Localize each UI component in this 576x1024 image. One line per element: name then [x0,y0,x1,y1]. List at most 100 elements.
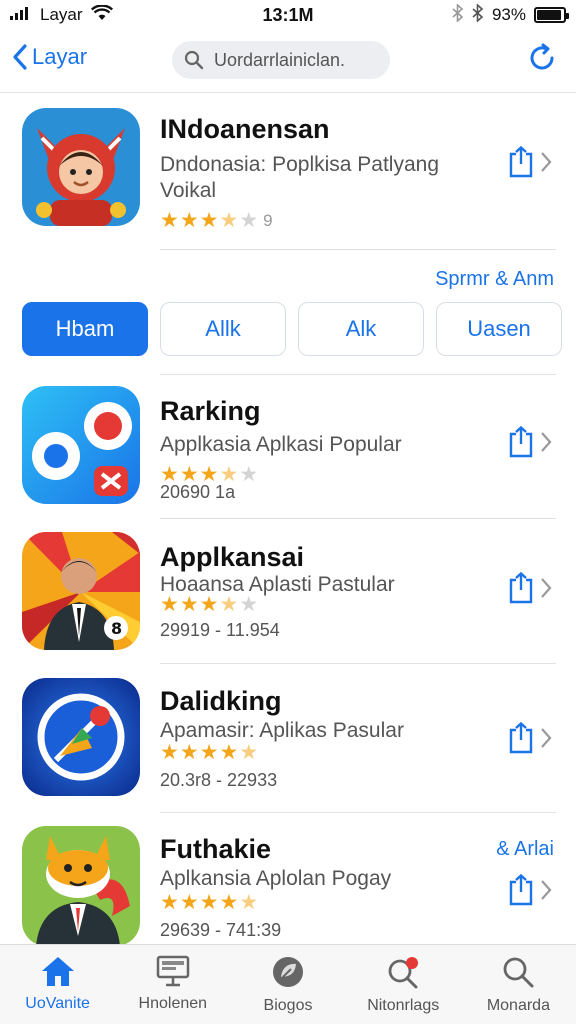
list-item[interactable]: Futhakie Aplkansia Aplolan Pogay ★ ★ ★ ★ ★ 2… [0,826,576,946]
app-icon: 8 [22,532,140,650]
tabbar-item-1[interactable]: Hnolenen [115,945,230,1024]
list-item[interactable]: 8 Applkansai Hoaansa Aplasti Pastular ★ ★… [0,532,576,672]
star-icon: ★ [160,209,179,232]
download-button[interactable] [508,146,552,178]
back-button[interactable]: Layar [12,44,87,70]
share-download-icon [509,722,533,754]
star-rating: ★ ★ ★ ★ ★ [160,592,258,617]
app-subtitle: Aplkansia Aplolan Pogay [160,867,392,890]
featured-app-title: INdoanensan [160,114,330,144]
bluetooth-icon [452,2,464,27]
back-label: Layar [32,44,88,69]
app-title: Rarking [160,396,261,426]
app-title: Applkansai [160,542,305,572]
download-button[interactable] [508,722,552,754]
star-icon: ★ [199,209,219,232]
share-download-icon [509,572,533,604]
star-icon: ★ [199,593,219,616]
star-icon: ★ [239,593,259,616]
share-download-icon [509,874,533,906]
chevron-right-icon [541,728,552,748]
bottom-tab-bar: UoVanite Hnolenen Biogos Nitonrlags Mona… [0,944,576,1024]
category-tabs: Hbam Allk Alk Uasen [22,302,562,356]
row-divider [160,663,556,664]
status-bar: Layar 13:1M 93% [0,0,576,30]
tab-1[interactable]: Allk [160,302,286,356]
rating-count: 9 [263,210,273,230]
app-meta: 20.3r8 - 22933 [160,770,278,790]
search-icon [184,50,204,70]
list-item[interactable]: Rarking Applkasia Aplkasi Popular ★ ★ ★ ★ ★ … [0,386,576,526]
star-icon: ★ [199,891,219,914]
star-icon: ★ [239,891,259,914]
app-meta: 29919 - 11.954 [160,620,280,640]
app-title: Futhakie [160,834,272,864]
chevron-right-icon [541,578,552,598]
star-icon: ★ [199,741,219,764]
tabbar-item-2[interactable]: Biogos [230,945,345,1024]
nav-bar: Layar [0,38,576,84]
list-item[interactable]: Dalidking Apamasir: Aplikas Pasular ★ ★ ★ ★… [0,678,576,818]
chevron-right-icon [541,880,552,900]
star-icon: ★ [160,593,179,616]
star-icon: ★ [219,891,239,914]
see-all-link[interactable]: Sprmr & Anm [435,268,554,291]
tabbar-label: UoVanite [25,995,90,1012]
chevron-right-icon [541,432,552,452]
app-tag-link[interactable]: & Arlai [496,838,554,861]
star-icon: ★ [179,741,199,764]
star-icon: ★ [239,463,259,486]
download-button[interactable] [508,426,552,458]
share-download-icon [509,146,533,178]
chevron-right-icon [541,152,552,172]
app-meta: 29639 - 741:39 [160,920,282,940]
star-icon: ★ [179,209,199,232]
featured-app-subtitle: Dndonasia: Poplkisa Patlyang [160,153,440,176]
row-divider [160,812,556,813]
star-rating: ★ ★ ★ ★ ★ [160,890,258,915]
download-button[interactable] [508,572,552,604]
app-icon [22,678,140,796]
search-bar[interactable] [172,41,390,79]
app-icon [22,826,140,946]
app-subtitle: Applkasia Aplkasi Popular [160,433,402,456]
tabbar-label: Biogos [263,997,313,1014]
nav-divider [0,92,576,93]
tab-0[interactable]: Hbam [22,302,148,356]
tab-2[interactable]: Alk [298,302,424,356]
star-icon: ★ [219,741,239,764]
search-input[interactable] [214,49,374,71]
tabbar-label: Hnolenen [138,995,208,1012]
app-title: Dalidking [160,686,282,716]
refresh-button[interactable] [526,42,558,79]
star-icon: ★ [219,209,239,232]
signal-icon [10,5,32,25]
app-icon [22,386,140,504]
star-icon: ★ [219,593,239,616]
battery-icon [534,7,569,23]
refresh-icon [530,43,554,70]
star-icon: ★ [160,741,179,764]
tabbar-item-4[interactable]: Monarda [461,945,576,1024]
tabbar-item-3[interactable]: Nitonrlags [346,945,461,1024]
tabbar-item-0[interactable]: UoVanite [0,945,115,1024]
featured-app-subtitle-2: Voikal [160,179,217,202]
leaf-icon [273,957,303,987]
svg-text:8: 8 [111,619,122,638]
featured-app[interactable]: INdoanensan Dndonasia: Poplkisa Patlyang… [0,106,576,256]
chevron-left-icon [13,44,27,70]
tab-3[interactable]: Uasen [436,302,562,356]
tabs-divider [160,374,556,375]
share-download-icon [509,426,533,458]
tabbar-label: Monarda [486,997,550,1014]
star-icon: ★ [179,593,199,616]
carrier-label: Layar [40,5,83,24]
download-button[interactable] [508,874,552,906]
star-icon: ★ [179,891,199,914]
star-rating: ★ ★ ★ ★ ★ 9 [160,208,273,233]
row-divider [160,249,556,250]
search-badge-icon [388,957,419,989]
app-meta: 20690 1a [160,482,236,502]
wifi-icon [90,3,113,26]
star-icon: ★ [160,891,179,914]
